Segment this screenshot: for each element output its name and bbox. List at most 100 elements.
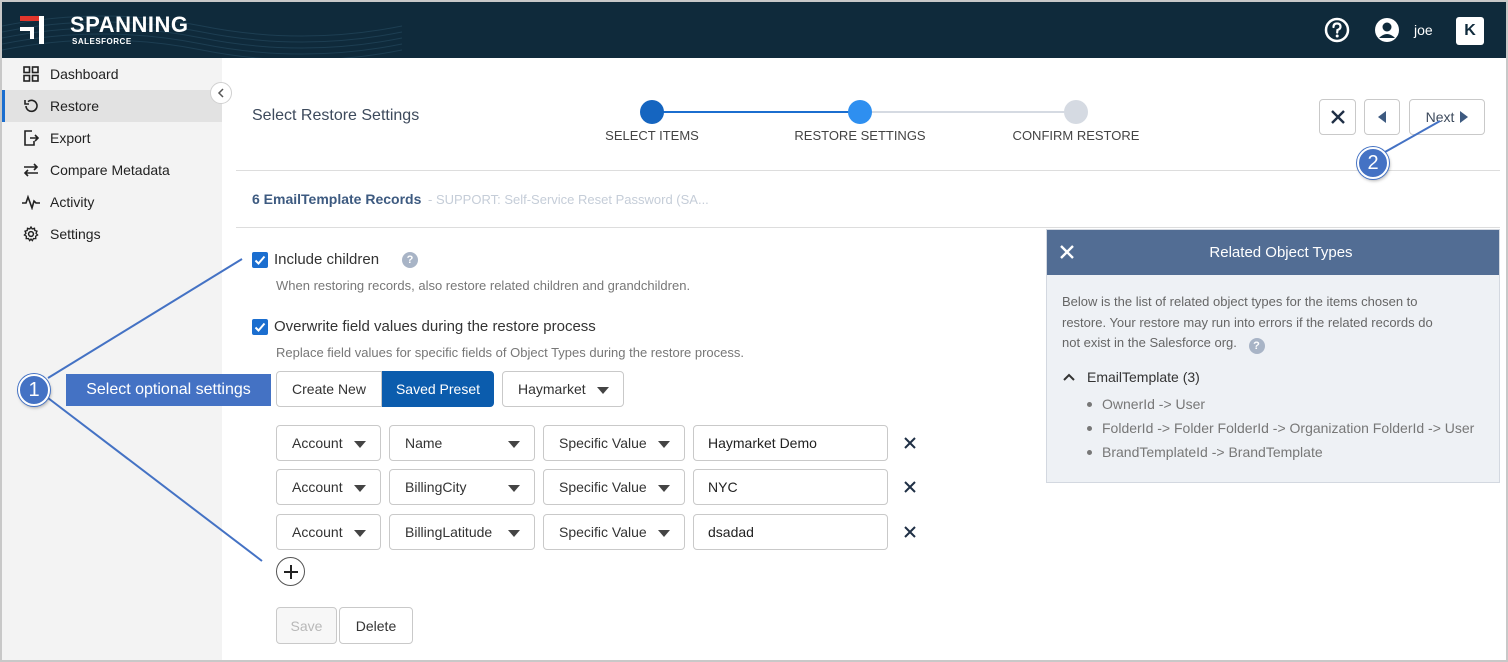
tree-group-emailtemplate[interactable]: EmailTemplate (3): [1063, 369, 1200, 385]
sidebar-item-compare-metadata[interactable]: Compare Metadata: [2, 154, 222, 186]
sidebar-item-label: Restore: [50, 98, 100, 114]
rule-field-value: BillingLatitude: [405, 524, 493, 540]
list-item: BrandTemplateId -> BrandTemplate: [1087, 440, 1474, 464]
caret-down-icon: [658, 530, 670, 537]
caret-down-icon: [508, 485, 520, 492]
records-title: 6 EmailTemplate Records: [252, 191, 422, 207]
sidebar-item-activity[interactable]: Activity: [2, 186, 222, 218]
plus-icon: [283, 564, 298, 579]
rule-field-select[interactable]: BillingLatitude: [389, 514, 535, 550]
preset-select-value: Haymarket: [518, 381, 586, 397]
sidebar-item-restore[interactable]: Restore: [2, 90, 222, 122]
check-icon: [254, 322, 266, 332]
rule-mode-select[interactable]: Specific Value: [543, 425, 685, 461]
rule-mode-select[interactable]: Specific Value: [543, 514, 685, 550]
records-subtitle: - SUPPORT: Self-Service Reset Password (…: [428, 192, 709, 207]
rule-value-input[interactable]: NYC: [693, 469, 888, 505]
next-button[interactable]: Next: [1409, 99, 1485, 135]
rule-object-select[interactable]: Account: [276, 425, 381, 461]
gear-icon: [22, 225, 40, 243]
include-children-label: Include children: [274, 251, 380, 268]
collapse-sidebar-button[interactable]: [210, 82, 232, 104]
remove-rule-icon[interactable]: [903, 480, 917, 494]
save-button[interactable]: Save: [276, 607, 337, 644]
caret-down-icon: [354, 441, 366, 448]
preset-select[interactable]: Haymarket: [502, 371, 624, 407]
page-title: Select Restore Settings: [252, 107, 420, 124]
rule-object-value: Account: [292, 435, 343, 451]
back-button[interactable]: [1364, 99, 1400, 135]
rule-field-select[interactable]: Name: [389, 425, 535, 461]
overwrite-fields-checkbox[interactable]: [252, 319, 268, 335]
chevron-up-icon: [1063, 373, 1075, 381]
restore-icon: [22, 97, 40, 115]
dashboard-grid-icon: [22, 65, 40, 83]
top-header: SPANNING SALESFORCE joe K: [2, 2, 1506, 58]
cancel-button[interactable]: [1319, 99, 1356, 135]
rule-mode-select[interactable]: Specific Value: [543, 469, 685, 505]
step-dot-restore-settings: [848, 100, 872, 124]
panel-description: Below is the list of related object type…: [1062, 292, 1442, 354]
rule-mode-value: Specific Value: [559, 524, 647, 540]
list-item: OwnerId -> User: [1087, 392, 1474, 416]
stepper: SELECT ITEMS RESTORE SETTINGS CONFIRM RE…: [560, 98, 1180, 148]
sidebar-item-label: Settings: [50, 226, 101, 242]
rule-mode-value: Specific Value: [559, 479, 647, 495]
brand-subtitle: SALESFORCE: [72, 37, 132, 46]
saved-preset-tab[interactable]: Saved Preset: [382, 371, 494, 407]
include-children-checkbox[interactable]: [252, 252, 268, 268]
caret-down-icon: [508, 530, 520, 537]
create-new-tab[interactable]: Create New: [276, 371, 382, 407]
delete-button[interactable]: Delete: [339, 607, 413, 644]
help-icon[interactable]: [1324, 17, 1350, 43]
step-dot-select-items: [640, 100, 664, 124]
rule-field-value: BillingCity: [405, 479, 467, 495]
rule-object-select[interactable]: Account: [276, 469, 381, 505]
rule-field-select[interactable]: BillingCity: [389, 469, 535, 505]
step-label-restore-settings: RESTORE SETTINGS: [794, 128, 926, 143]
help-question-icon[interactable]: ?: [402, 252, 418, 268]
sidebar-item-settings[interactable]: Settings: [2, 218, 222, 250]
related-object-types-panel: Related Object Types Below is the list o…: [1046, 229, 1500, 483]
sidebar-item-label: Activity: [50, 194, 95, 210]
rule-object-select[interactable]: Account: [276, 514, 381, 550]
rule-object-value: Account: [292, 479, 343, 495]
rule-object-value: Account: [292, 524, 343, 540]
sidebar-item-label: Compare Metadata: [50, 162, 170, 178]
step-label-confirm-restore: CONFIRM RESTORE: [1012, 128, 1140, 143]
remove-rule-icon[interactable]: [903, 436, 917, 450]
caret-right-icon: [1460, 111, 1469, 123]
kaseya-apps-icon[interactable]: K: [1456, 17, 1484, 45]
step-dot-confirm-restore: [1064, 100, 1088, 124]
user-name[interactable]: joe: [1414, 22, 1433, 38]
header-divider: [236, 170, 1500, 171]
check-icon: [254, 255, 266, 265]
next-button-label: Next: [1425, 109, 1455, 125]
caret-down-icon: [508, 441, 520, 448]
chevron-left-icon: [217, 88, 224, 98]
caret-down-icon: [658, 485, 670, 492]
step-connector-pending: [860, 111, 1076, 113]
rule-value-input[interactable]: Haymarket Demo: [693, 425, 888, 461]
help-question-icon[interactable]: ?: [1248, 338, 1265, 354]
sidebar-item-label: Export: [50, 130, 91, 146]
user-avatar-icon[interactable]: [1374, 17, 1400, 43]
step-label-select-items: SELECT ITEMS: [605, 128, 699, 143]
export-icon: [22, 129, 40, 147]
sidebar-item-export[interactable]: Export: [2, 122, 222, 154]
caret-down-icon: [658, 441, 670, 448]
tree-group-label: EmailTemplate (3): [1087, 369, 1200, 385]
add-rule-button[interactable]: [276, 557, 305, 586]
activity-pulse-icon: [22, 193, 40, 211]
step-connector-complete: [652, 111, 860, 113]
records-divider: [236, 227, 1500, 228]
close-icon: [1330, 110, 1345, 124]
rule-value-input[interactable]: dsadad: [693, 514, 888, 550]
overwrite-fields-label: Overwrite field values during the restor…: [274, 318, 596, 335]
spanning-logo-icon: [20, 16, 44, 44]
remove-rule-icon[interactable]: [903, 525, 917, 539]
panel-description-text: Below is the list of related object type…: [1062, 294, 1433, 350]
brand-name: SPANNING: [70, 12, 189, 37]
sidebar-item-dashboard[interactable]: Dashboard: [2, 58, 222, 90]
annotation-callout-2: 2: [1357, 147, 1389, 179]
